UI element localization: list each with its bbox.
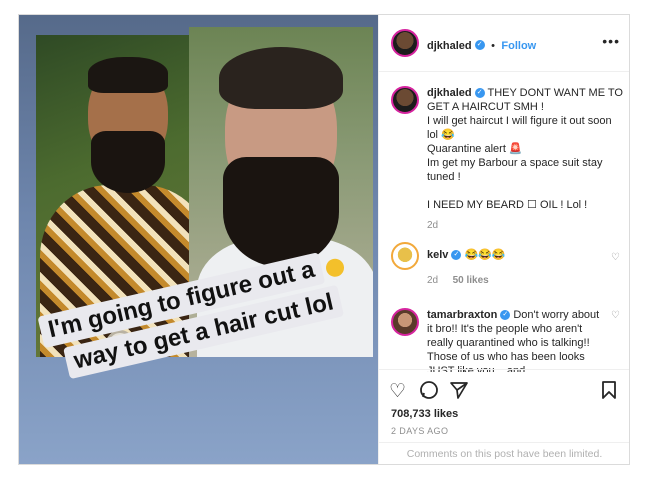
instagram-post-card: I'm going to figure out a way to get a h… bbox=[18, 14, 630, 465]
comment-avatar[interactable] bbox=[391, 242, 419, 270]
header-username[interactable]: djkhaled bbox=[427, 40, 472, 52]
comment-username[interactable]: kelv bbox=[427, 249, 448, 261]
more-dots-icon[interactable]: ••• bbox=[602, 33, 620, 49]
caption-text: djkhaled ✓ THEY DONT WANT ME TO GET A HAI… bbox=[427, 86, 623, 212]
verified-badge-icon: ✓ bbox=[474, 39, 485, 50]
verified-badge-icon: ✓ bbox=[451, 250, 462, 261]
verified-badge-icon: ✓ bbox=[474, 88, 485, 99]
caption-username[interactable]: djkhaled bbox=[427, 87, 472, 99]
beard-left bbox=[91, 131, 165, 193]
separator: • bbox=[491, 40, 495, 52]
comment-icon[interactable] bbox=[419, 380, 439, 406]
comment-likes[interactable]: 50 likes bbox=[453, 275, 489, 286]
caption-line: I NEED MY BEARD ☐ OIL ! Lol ! bbox=[427, 199, 588, 211]
comments-section: djkhaled ✓ THEY DONT WANT ME TO GET A HAI… bbox=[379, 72, 629, 372]
header-user: djkhaled ✓ • Follow bbox=[427, 36, 536, 54]
action-bar: ♡ 708,733 likes 2 DAYS AGO Comments on t… bbox=[379, 369, 629, 464]
post-header: djkhaled ✓ • Follow ••• bbox=[379, 15, 629, 72]
comment-avatar[interactable] bbox=[391, 308, 419, 336]
hair-left bbox=[88, 57, 168, 93]
post-sidebar: djkhaled ✓ • Follow ••• djkhaled ✓ THEY DO… bbox=[378, 15, 629, 464]
laughing-emoji-icon bbox=[324, 256, 347, 279]
bookmark-icon[interactable] bbox=[600, 380, 618, 406]
comments-limited-notice: Comments on this post have been limited. bbox=[379, 442, 629, 464]
comment: tamarbraxton ✓ Don't worry about it bro!!… bbox=[427, 308, 607, 372]
caption-time: 2d bbox=[427, 220, 439, 231]
comment-time: 2d bbox=[427, 275, 439, 286]
caption-comment: djkhaled ✓ THEY DONT WANT ME TO GET A HAI… bbox=[427, 86, 623, 231]
verified-badge-icon: ✓ bbox=[500, 310, 511, 321]
heart-icon[interactable]: ♡ bbox=[611, 310, 620, 321]
caption-line: I will get haircut I will figure it out … bbox=[427, 115, 612, 141]
heart-icon[interactable]: ♡ bbox=[389, 380, 406, 403]
post-image[interactable]: I'm going to figure out a way to get a h… bbox=[19, 15, 378, 464]
comment-username[interactable]: tamarbraxton bbox=[427, 309, 497, 321]
share-icon[interactable] bbox=[449, 380, 469, 406]
comment: kelv ✓ 😂😂😂 2d 50 likes bbox=[427, 248, 597, 288]
hair-right bbox=[219, 47, 343, 109]
comment-text: 😂😂😂 bbox=[464, 249, 506, 261]
heart-icon[interactable]: ♡ bbox=[611, 252, 620, 263]
like-count[interactable]: 708,733 likes bbox=[391, 408, 458, 420]
post-date[interactable]: 2 DAYS AGO bbox=[391, 426, 448, 436]
caption-avatar[interactable] bbox=[391, 86, 419, 114]
caption-line: Im get my Barbour a space suit stay tune… bbox=[427, 157, 603, 183]
avatar[interactable] bbox=[391, 29, 419, 57]
follow-button[interactable]: Follow bbox=[501, 40, 536, 52]
caption-line: Quarantine alert 🚨 bbox=[427, 143, 523, 155]
